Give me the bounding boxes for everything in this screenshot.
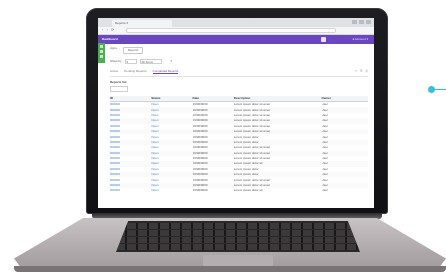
section-filter-button[interactable] <box>110 86 128 92</box>
print-icon[interactable]: ⎘ <box>366 70 368 73</box>
export-icon[interactable]: ↗ <box>354 70 357 73</box>
key-row <box>116 244 360 250</box>
home-icon[interactable] <box>100 45 103 48</box>
key-row <box>116 223 360 229</box>
cell-date: 00/00/0000 <box>192 188 208 193</box>
app-header: Dashboard ● Account ▾ <box>98 35 374 44</box>
tab-completed[interactable]: Completed Reports <box>152 70 179 74</box>
nav-arrows-icon[interactable]: ‹ › ⟳ <box>102 28 115 32</box>
tab-active[interactable]: Active <box>110 70 118 74</box>
notification-icon[interactable] <box>321 37 326 42</box>
key-row <box>116 237 360 243</box>
app-title: Dashboard <box>102 37 118 41</box>
breadcrumb-reports[interactable]: Reports <box>122 47 144 54</box>
window-controls <box>352 20 371 24</box>
cell-owner: User <box>321 188 328 193</box>
laptop-front-edge <box>14 266 446 272</box>
cell-id[interactable]: 000000 <box>110 188 151 193</box>
filter-select[interactable]: All Items <box>139 59 162 64</box>
table-body: 000000 Open 00/00/0000 Lorem ipsum dolor si… <box>110 102 368 194</box>
filter-select-small[interactable]: ▾ <box>124 59 137 64</box>
keyboard <box>116 221 360 252</box>
close-icon[interactable] <box>366 20 371 24</box>
browser-titlebar: Reports ▾ <box>98 18 374 27</box>
laptop-screen: Reports ▾ ‹ › ⟳ Dashboard ● Account ▾ Ap… <box>98 18 374 208</box>
breadcrumb: Apps Reports <box>110 47 368 54</box>
table-row[interactable]: 000000 Open 00/00/0000 Lorem ipsum dolor si… <box>110 188 368 193</box>
tab-pending[interactable]: Pending Reports <box>124 70 146 74</box>
key-row <box>116 230 360 236</box>
user-menu[interactable]: ● Account ▾ <box>352 38 368 41</box>
report-tabs: Active Pending Reports Completed Reports… <box>110 70 368 77</box>
sidebar-rail <box>98 43 105 63</box>
browser-tab[interactable]: Reports ▾ <box>112 20 172 27</box>
filter-bar: Show by ▾ All Items ▾ <box>110 59 368 64</box>
cell-status[interactable]: Open <box>151 188 192 193</box>
chevron-down-icon[interactable]: ▾ <box>171 60 173 63</box>
reports-table: ID Status Date Description Owner 000000 O… <box>110 96 368 194</box>
columns-icon[interactable]: ☰ <box>360 70 363 73</box>
main-content: Apps Reports Show by ▾ All Items ▾ Activ… <box>110 47 368 208</box>
browser-toolbar: ‹ › ⟳ <box>98 27 374 35</box>
settings-icon[interactable] <box>100 55 103 58</box>
minimize-icon[interactable] <box>352 20 357 24</box>
maximize-icon[interactable] <box>359 20 364 24</box>
section-title: Reports list <box>110 80 127 84</box>
address-bar[interactable] <box>126 28 336 33</box>
cell-description: Lorem ipsum dolor sit <box>233 188 263 193</box>
breadcrumb-apps[interactable]: Apps <box>110 47 117 54</box>
decoration-line <box>433 89 446 90</box>
list-icon[interactable] <box>100 50 103 53</box>
table-tools: ↗ ☰ ⎘ <box>354 70 368 73</box>
filter-label: Show by <box>110 59 122 63</box>
